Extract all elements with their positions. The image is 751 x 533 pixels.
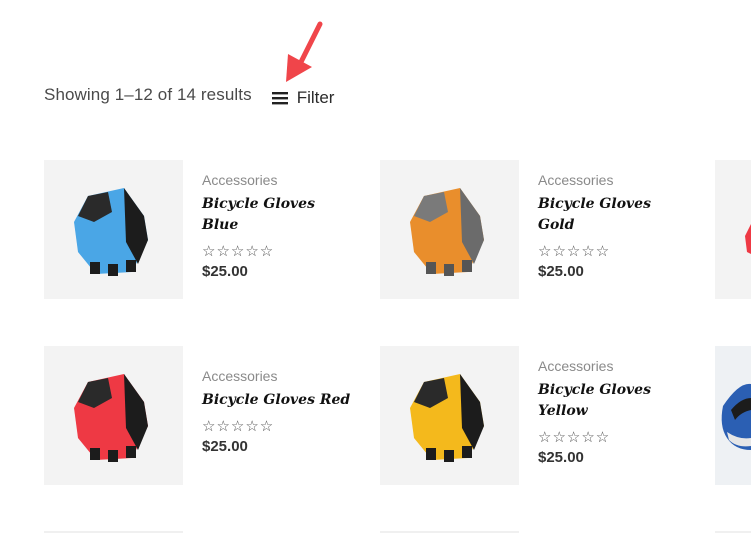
hamburger-menu-icon — [271, 92, 288, 105]
star-rating: ☆☆☆☆☆ — [538, 242, 611, 260]
product-price: $25.00 — [538, 263, 584, 280]
star-rating: ☆☆☆☆☆ — [538, 428, 611, 446]
glove-image — [745, 224, 751, 254]
glove-image — [74, 374, 148, 462]
glove-image — [74, 188, 148, 276]
glove-image — [410, 374, 484, 462]
product-title[interactable]: Bicycle Gloves Red — [202, 390, 352, 411]
star-rating: ☆☆☆☆☆ — [202, 242, 275, 260]
product-image[interactable] — [44, 346, 183, 485]
product-card[interactable]: Accessories Bicycle Gloves Gold ☆☆☆☆☆ $2… — [380, 160, 680, 300]
product-category[interactable]: Accessories — [202, 172, 352, 188]
product-price: $25.00 — [538, 449, 584, 466]
annotation-arrow-icon — [286, 21, 323, 82]
product-image[interactable] — [44, 160, 183, 299]
product-category[interactable]: Accessories — [202, 368, 352, 384]
helmet-image — [721, 383, 751, 450]
product-card[interactable]: Accessories Bicycle Gloves Yellow ☆☆☆☆☆ … — [380, 346, 680, 486]
product-card[interactable]: Accessories Bicycle Gloves Red ☆☆☆☆☆ $25… — [44, 346, 350, 486]
star-rating: ☆☆☆☆☆ — [202, 417, 275, 435]
product-title[interactable]: Bicycle Gloves Gold — [538, 194, 688, 236]
results-count: Showing 1–12 of 14 results — [44, 85, 252, 104]
product-title[interactable]: Bicycle Gloves Yellow — [538, 380, 688, 422]
product-price: $25.00 — [202, 438, 248, 455]
product-card[interactable]: Accessories Bicycle Gloves Blue ☆☆☆☆☆ $2… — [44, 160, 344, 300]
product-title[interactable]: Bicycle Gloves Blue — [202, 194, 352, 236]
product-image-partial[interactable] — [715, 160, 751, 299]
product-price: $25.00 — [202, 263, 248, 280]
product-category[interactable]: Accessories — [538, 172, 688, 188]
glove-image — [410, 188, 484, 276]
product-image[interactable] — [380, 346, 519, 485]
product-image[interactable] — [380, 160, 519, 299]
product-image-partial[interactable] — [715, 346, 751, 485]
product-category[interactable]: Accessories — [538, 358, 688, 374]
